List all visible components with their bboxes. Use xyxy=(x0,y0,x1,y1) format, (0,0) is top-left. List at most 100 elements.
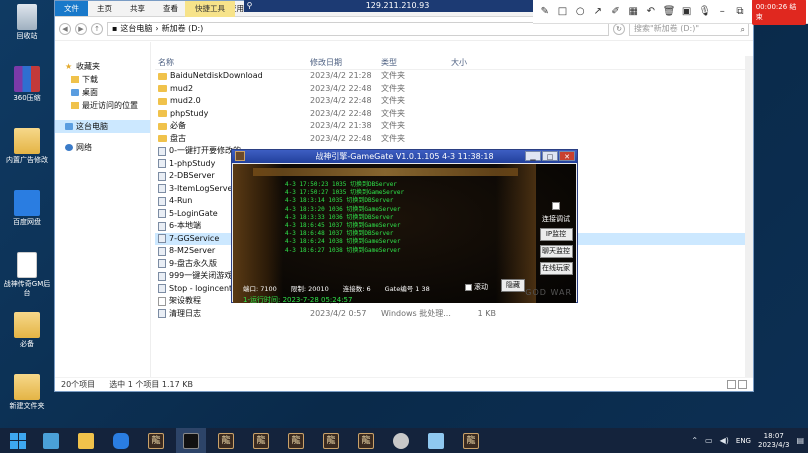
column-type[interactable]: 类型 xyxy=(381,56,451,69)
pen-icon[interactable]: ✎ xyxy=(539,6,551,17)
refresh-button[interactable]: ↻ xyxy=(613,22,625,35)
tab-share[interactable]: 共享 xyxy=(121,1,154,16)
taskbar-app-game3[interactable]: 龍 xyxy=(246,428,276,453)
language-indicator[interactable]: ENG xyxy=(736,437,751,445)
log-line: 4-3 18:3:20 1036 切换到GameServer xyxy=(285,205,401,213)
volume-icon[interactable]: ◀) xyxy=(720,436,729,445)
log-line: 4-3 18:6:27 1038 切换到GameServer xyxy=(285,246,401,254)
tab-home[interactable]: 主页 xyxy=(88,1,121,16)
file-type: Windows 批处理... xyxy=(381,308,451,318)
desktop-icon-ad-mod[interactable]: 内置广告修改 xyxy=(2,128,52,165)
vertical-scrollbar[interactable] xyxy=(745,56,753,377)
desktop-icon-gm[interactable]: 战神传奇GM后台 xyxy=(2,252,52,298)
pin-icon[interactable]: ⚲ xyxy=(244,0,255,12)
up-button[interactable]: ↑ xyxy=(91,22,103,35)
dragon-app-icon: 龍 xyxy=(463,432,479,449)
maximize-button[interactable]: □ xyxy=(542,151,558,161)
column-name[interactable]: 名称 xyxy=(155,56,310,69)
breadcrumb-pc[interactable]: 这台电脑 xyxy=(120,23,152,35)
nav-this-pc[interactable]: 这台电脑 xyxy=(55,120,150,133)
scroll-toggle[interactable]: 滚动 xyxy=(465,282,488,292)
batch-file-icon xyxy=(158,159,166,169)
details-view-icon[interactable] xyxy=(727,380,736,389)
online-players-button[interactable]: 在线玩家 xyxy=(539,262,573,275)
taskbar-app-explorer[interactable] xyxy=(71,428,101,453)
notifications-icon[interactable]: ▤ xyxy=(796,436,804,445)
taskbar-app-game7[interactable]: 龍 xyxy=(456,428,486,453)
forward-button[interactable]: ▶ xyxy=(75,22,87,35)
folder-icon xyxy=(14,312,40,338)
table-row[interactable]: 盘古 2023/4/2 22:48 文件夹 xyxy=(155,133,753,146)
window-icon[interactable]: ⧉ xyxy=(734,6,746,17)
file-type: 文件夹 xyxy=(381,83,405,93)
chat-monitor-button[interactable]: 聊天监控 xyxy=(539,245,573,258)
table-row[interactable]: 清理日志 2023/4/2 0:57 Windows 批处理... 1 KB xyxy=(155,308,753,321)
remote-session-bar[interactable]: 129.211.210.93 xyxy=(255,0,540,12)
desktop-icon-new-folder[interactable]: 新建文件夹 xyxy=(2,374,52,411)
desktop-icon-bibei[interactable]: 必备 xyxy=(2,312,52,349)
scroll-checkbox[interactable] xyxy=(465,283,472,291)
debug-checkbox[interactable] xyxy=(552,202,560,210)
chevron-up-icon[interactable]: ⌃ xyxy=(691,436,698,445)
annotation-toolbar: ✎ □ ○ ↗ ✐ ▦ ↶ 🗑 ▣ 🎙 – ⧉ 00:00:26 结束 xyxy=(533,0,808,25)
marker-icon[interactable]: ✐ xyxy=(610,6,622,17)
minimize-icon[interactable]: – xyxy=(716,6,728,17)
search-icon[interactable]: ⌕ xyxy=(741,24,745,36)
taskbar-app-game4[interactable]: 龍 xyxy=(281,428,311,453)
trash-icon[interactable]: 🗑 xyxy=(663,6,676,17)
taskbar-app-game6[interactable]: 龍 xyxy=(351,428,381,453)
batch-file-icon xyxy=(158,171,166,181)
breadcrumb-drive[interactable]: 新加卷 (D:) xyxy=(162,23,204,35)
large-icons-view-icon[interactable] xyxy=(738,380,747,389)
close-button[interactable]: ✕ xyxy=(559,151,575,161)
desktop-icon-recycle-bin[interactable]: 回收站 xyxy=(2,4,52,41)
minimize-button[interactable]: ▁ xyxy=(525,151,541,161)
nav-downloads[interactable]: 下载 xyxy=(55,73,150,86)
circle-icon[interactable]: ○ xyxy=(574,6,586,17)
taskbar-app-box[interactable] xyxy=(36,428,66,453)
network-icon[interactable]: ▭ xyxy=(705,436,713,445)
gamegate-titlebar[interactable]: 战神引擎-GameGate V1.0.1.105 4-3 11:38:18 ▁ … xyxy=(232,150,577,163)
column-date[interactable]: 修改日期 xyxy=(310,56,381,69)
taskbar-app-tool[interactable] xyxy=(421,428,451,453)
undo-icon[interactable]: ↶ xyxy=(645,6,657,17)
nav-recent[interactable]: 最近访问的位置 xyxy=(55,99,150,112)
table-row[interactable]: BaiduNetdiskDownload 2023/4/2 21:28 文件夹 xyxy=(155,70,753,83)
ip-monitor-button[interactable]: IP监控 xyxy=(539,228,573,241)
taskbar-app-seal[interactable] xyxy=(386,428,416,453)
taskbar-app-terminal[interactable] xyxy=(176,428,206,453)
table-row[interactable]: 必备 2023/4/2 21:38 文件夹 xyxy=(155,120,753,133)
back-button[interactable]: ◀ xyxy=(59,22,71,35)
taskbar-app-game2[interactable]: 龍 xyxy=(211,428,241,453)
recording-timer[interactable]: 00:00:26 结束 xyxy=(751,0,807,25)
taskbar-app-game5[interactable]: 龍 xyxy=(316,428,346,453)
table-row[interactable]: phpStudy 2023/4/2 22:48 文件夹 xyxy=(155,108,753,121)
taskbar-app-baidu[interactable] xyxy=(106,428,136,453)
baidu-netdisk-icon xyxy=(14,190,40,216)
microphone-icon[interactable]: 🎙 xyxy=(698,6,711,17)
batch-file-icon xyxy=(158,196,166,206)
desktop-icon-360-zip[interactable]: 360压缩 xyxy=(2,66,52,103)
rectangle-icon[interactable]: □ xyxy=(557,6,569,17)
arrow-icon[interactable]: ↗ xyxy=(592,6,604,17)
mosaic-icon[interactable]: ▦ xyxy=(627,6,639,17)
taskbar-app-game1[interactable]: 龍 xyxy=(141,428,171,453)
nav-label: 最近访问的位置 xyxy=(82,101,138,110)
table-row[interactable]: mud2 2023/4/2 22:48 文件夹 xyxy=(155,83,753,96)
nav-desktop[interactable]: 桌面 xyxy=(55,86,150,99)
log-line: 4-3 18:6:45 1037 切换到GameServer xyxy=(285,222,401,230)
camera-icon[interactable]: ▣ xyxy=(681,6,693,17)
tab-file[interactable]: 文件 xyxy=(55,1,88,16)
nav-network[interactable]: 网络 xyxy=(55,141,150,154)
hide-button[interactable]: 隐藏 xyxy=(501,279,525,292)
tab-view[interactable]: 查看 xyxy=(154,1,187,16)
clock[interactable]: 18:07 2023/4/3 xyxy=(758,432,789,450)
file-name: 9-盘古永久版 xyxy=(169,258,217,268)
desktop-icon-baidu[interactable]: 百度网盘 xyxy=(2,190,52,227)
table-row[interactable]: mud2.0 2023/4/2 22:48 文件夹 xyxy=(155,95,753,108)
file-name: 必备 xyxy=(170,121,186,130)
taskbar: 龍 龍 龍 龍 龍 龍 龍 ⌃ ▭ ◀) ENG 18:07 2023/4/3 … xyxy=(0,428,808,453)
column-size[interactable]: 大小 xyxy=(451,56,496,69)
start-button[interactable] xyxy=(0,428,36,453)
nav-favorites[interactable]: ★ 收藏夹 xyxy=(55,60,150,73)
